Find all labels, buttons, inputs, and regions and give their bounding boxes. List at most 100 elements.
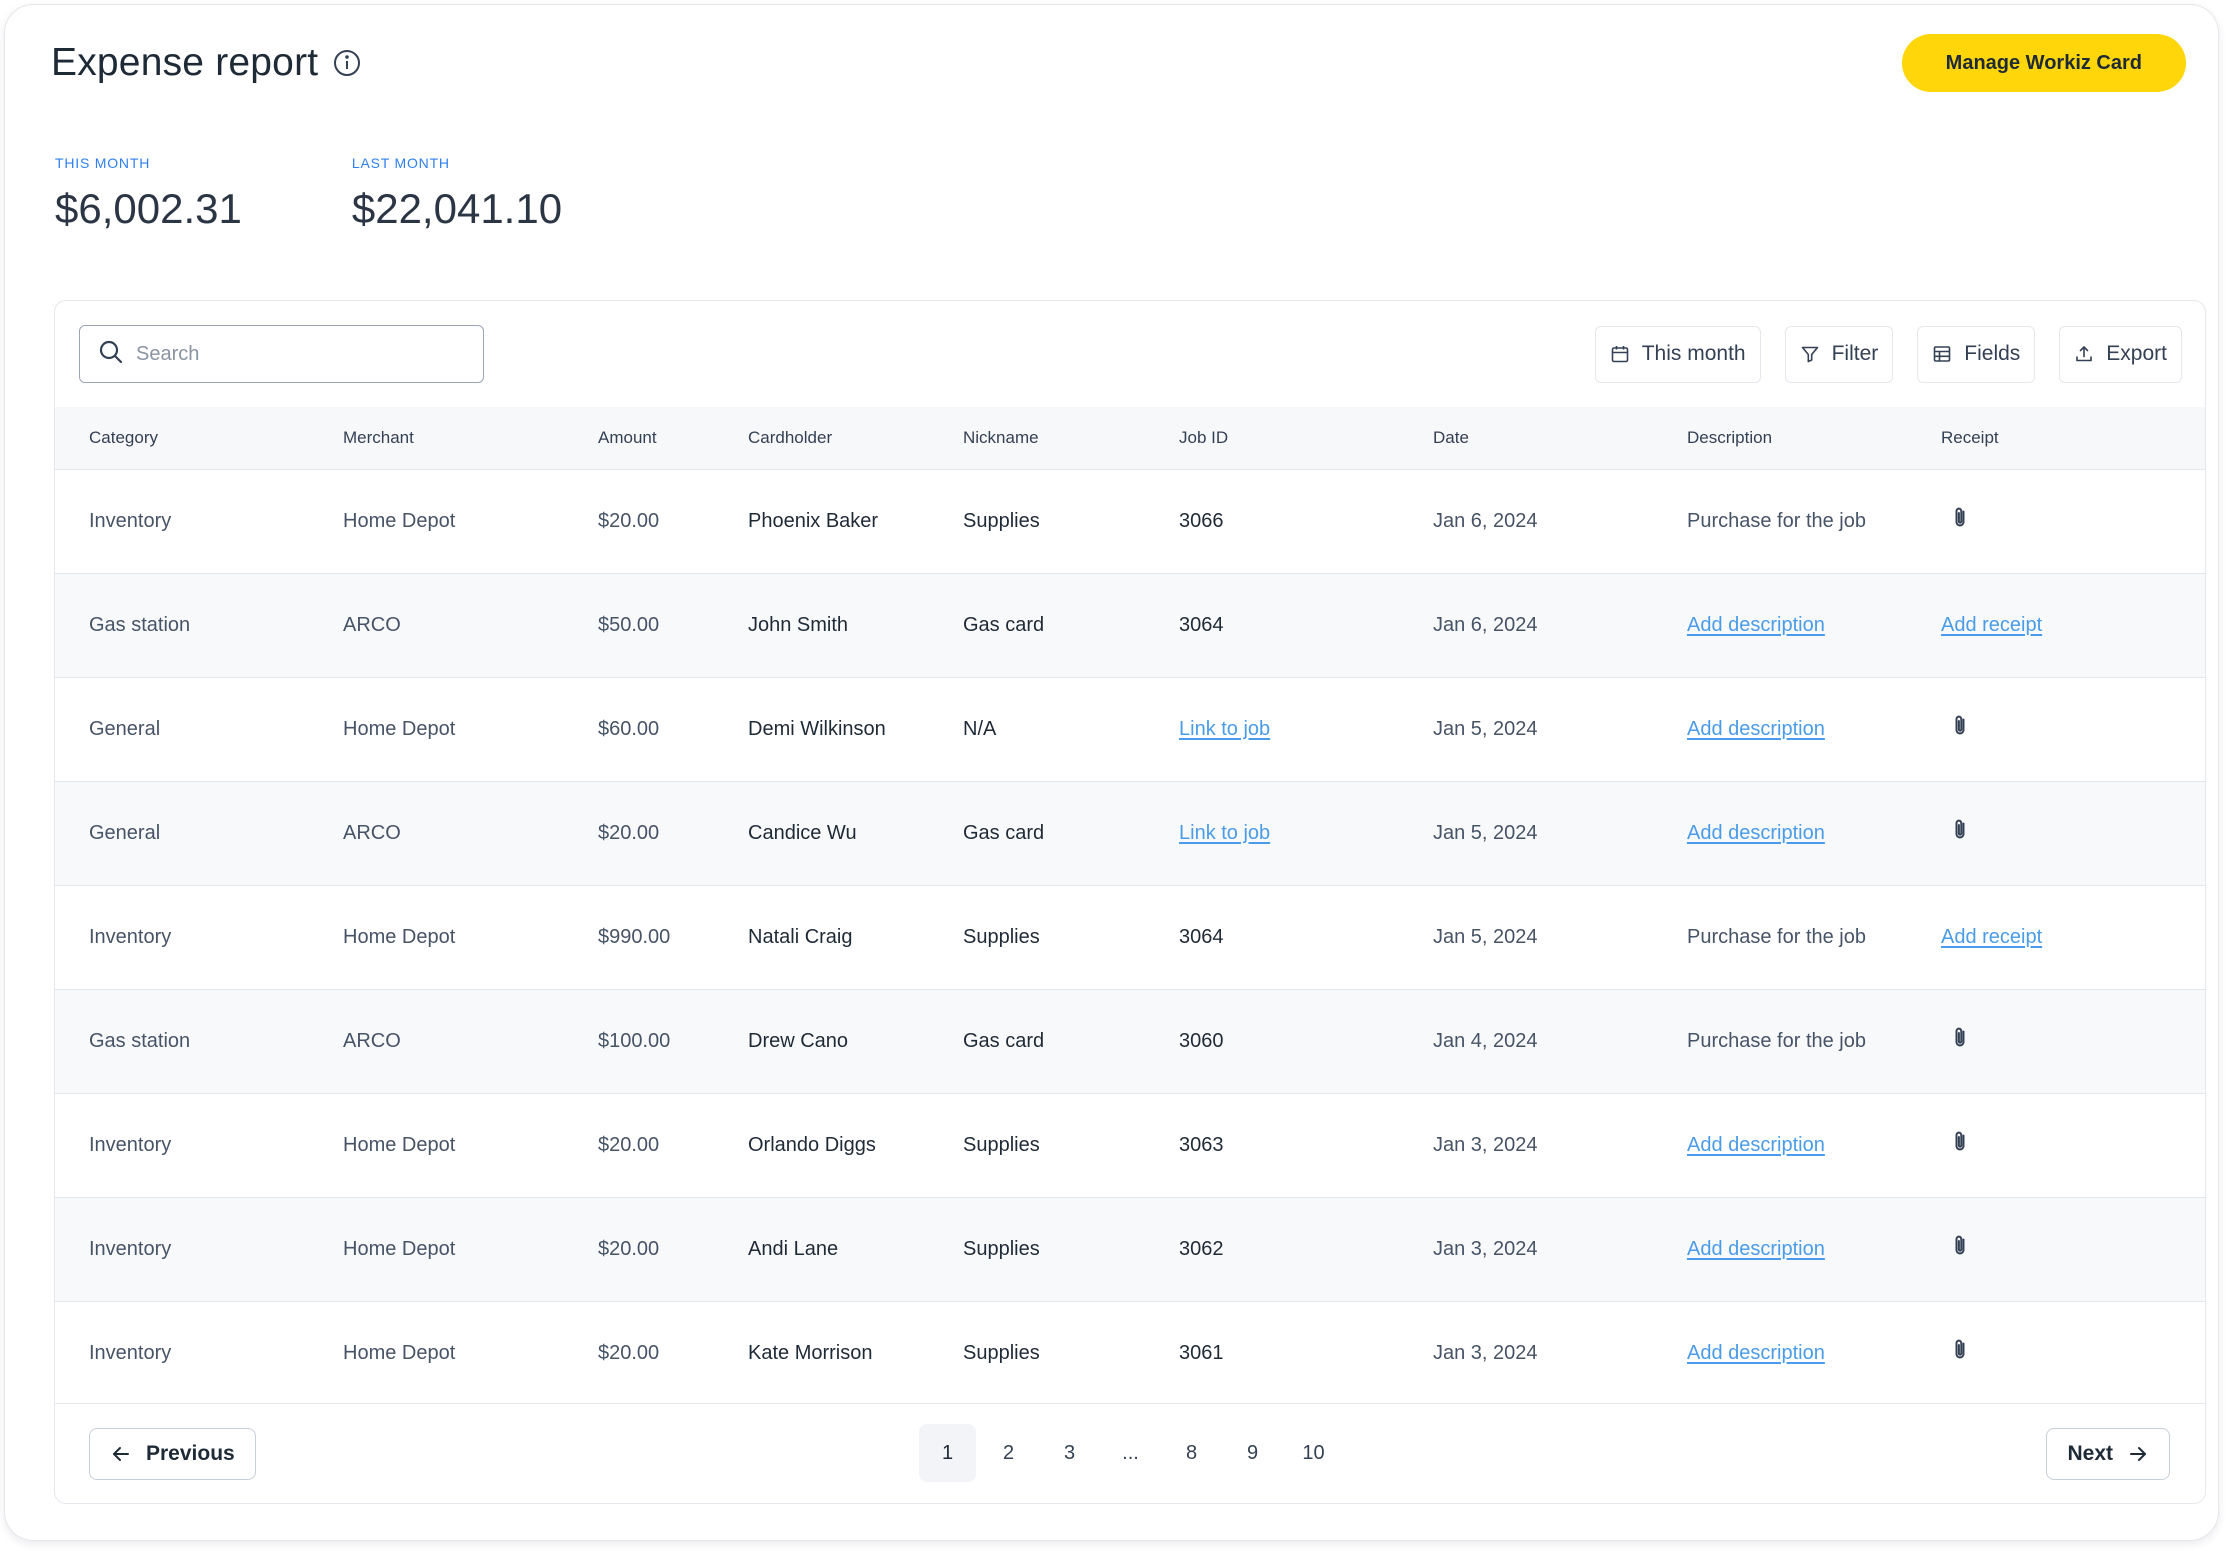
add-description-link[interactable]: Add description <box>1687 614 1825 636</box>
column-header-date[interactable]: Date <box>1399 407 1653 469</box>
column-header-category[interactable]: Category <box>55 407 309 469</box>
add-receipt-link[interactable]: Add receipt <box>1941 926 2042 948</box>
paperclip-icon[interactable] <box>1947 1025 1973 1051</box>
export-button[interactable]: Export <box>2059 325 2182 383</box>
page-number-9[interactable]: 9 <box>1224 1424 1281 1482</box>
stat-label: THIS MONTH <box>55 155 151 171</box>
cell-receipt <box>1907 781 2205 885</box>
cell-amount: $60.00 <box>598 717 660 740</box>
add-receipt-link[interactable]: Add receipt <box>1941 614 2042 636</box>
pagination: Previous 1 2 3... 8 9 10 Next <box>55 1403 2205 1503</box>
cell-nickname: Gas card <box>963 1029 1045 1052</box>
paperclip-icon[interactable] <box>1947 713 1973 739</box>
cell-merchant: Home Depot <box>343 1341 456 1364</box>
cell-description: Add description <box>1653 1301 1907 1405</box>
cell-job-id: 3062 <box>1179 1237 1224 1260</box>
add-description-link[interactable]: Add description <box>1687 822 1825 844</box>
page-numbers: 1 2 3... 8 9 10 <box>919 1424 1342 1482</box>
column-header-amount[interactable]: Amount <box>564 407 714 469</box>
cell-category: Inventory <box>89 1237 172 1260</box>
filter-label: Filter <box>1831 342 1879 365</box>
table-row[interactable]: Inventory Home Depot $20.00 Kate Morrison Su… <box>55 1301 2205 1405</box>
column-header-job-id[interactable]: Job ID <box>1145 407 1399 469</box>
page-number-10[interactable]: 10 <box>1285 1424 1342 1482</box>
table-body: Inventory Home Depot $20.00 Phoenix Baker Su… <box>55 469 2205 1405</box>
page-number-1[interactable]: 1 <box>919 1424 976 1482</box>
paperclip-icon[interactable] <box>1947 505 1973 531</box>
table-row[interactable]: General Home Depot $60.00 Demi Wilkinson N/A… <box>55 677 2205 781</box>
paperclip-icon[interactable] <box>1947 1233 1973 1259</box>
page-ellipsis: ... <box>1122 1441 1139 1464</box>
cell-cardholder: Phoenix Baker <box>748 509 879 532</box>
cell-description: Add description <box>1653 1197 1907 1301</box>
search-box[interactable] <box>79 325 484 383</box>
cell-amount: $20.00 <box>598 1133 660 1156</box>
stat-value: $6,002.31 <box>55 185 242 232</box>
cell-nickname: Supplies <box>963 1237 1040 1260</box>
search-icon <box>98 339 124 370</box>
column-header-receipt[interactable]: Receipt <box>1907 407 2205 469</box>
table-row[interactable]: Gas station ARCO $100.00 Drew Cano Gas card 3… <box>55 989 2205 1093</box>
paperclip-icon[interactable] <box>1947 817 1973 843</box>
cell-cardholder: Demi Wilkinson <box>748 717 886 740</box>
add-description-link[interactable]: Add description <box>1687 1134 1825 1156</box>
cell-category: Inventory <box>89 509 172 532</box>
table-row[interactable]: Inventory Home Depot $990.00 Natali Craig Su… <box>55 885 2205 989</box>
column-header-merchant[interactable]: Merchant <box>309 407 564 469</box>
page-number-8[interactable]: 8 <box>1163 1424 1220 1482</box>
cell-cardholder: Natali Craig <box>748 925 853 948</box>
stat-last-month: LAST MONTH $22,041.10 <box>352 155 562 233</box>
cell-category: General <box>89 717 161 740</box>
table-row[interactable]: Gas station ARCO $50.00 John Smith Gas card 3… <box>55 573 2205 677</box>
cell-date: Jan 6, 2024 <box>1433 509 1538 532</box>
cell-cardholder: Andi Lane <box>748 1237 839 1260</box>
cell-category: General <box>89 821 161 844</box>
cell-date: Jan 3, 2024 <box>1433 1133 1538 1156</box>
page-number-2[interactable]: 2 <box>980 1424 1037 1482</box>
paperclip-icon[interactable] <box>1947 1129 1973 1155</box>
link-to-job-link[interactable]: Link to job <box>1179 822 1270 844</box>
cell-receipt <box>1907 1301 2205 1405</box>
cell-job-id: 3066 <box>1179 509 1224 532</box>
date-range-button[interactable]: This month <box>1594 325 1761 383</box>
manage-workiz-card-button[interactable]: Manage Workiz Card <box>1901 34 2186 92</box>
add-description-link[interactable]: Add description <box>1687 718 1825 740</box>
info-icon[interactable] <box>332 48 362 78</box>
page-number-3[interactable]: 3 <box>1041 1424 1098 1482</box>
cell-nickname: Supplies <box>963 925 1040 948</box>
page-header: Expense report Manage Workiz Card <box>51 33 2186 93</box>
link-to-job-link[interactable]: Link to job <box>1179 718 1270 740</box>
add-description-link[interactable]: Add description <box>1687 1342 1825 1364</box>
table-row[interactable]: General ARCO $20.00 Candice Wu Gas card Link … <box>55 781 2205 885</box>
column-header-cardholder[interactable]: Cardholder <box>714 407 929 469</box>
next-page-button[interactable]: Next <box>2046 1427 2170 1480</box>
filter-button[interactable]: Filter <box>1784 325 1894 383</box>
cell-job-id: Link to job <box>1145 677 1399 781</box>
cell-receipt: Add receipt <box>1907 573 2205 677</box>
cell-merchant: Home Depot <box>343 717 456 740</box>
cell-category: Inventory <box>89 1133 172 1156</box>
table-row[interactable]: Inventory Home Depot $20.00 Andi Lane Suppli… <box>55 1197 2205 1301</box>
table-toolbar: This month Filter Fields <box>55 301 2205 407</box>
cell-amount: $100.00 <box>598 1029 671 1052</box>
column-header-description[interactable]: Description <box>1653 407 1907 469</box>
cell-amount: $20.00 <box>598 509 660 532</box>
table-row[interactable]: Inventory Home Depot $20.00 Phoenix Baker Su… <box>55 469 2205 573</box>
table-row[interactable]: Inventory Home Depot $20.00 Orlando Diggs Su… <box>55 1093 2205 1197</box>
column-header-nickname[interactable]: Nickname <box>929 407 1145 469</box>
cell-amount: $20.00 <box>598 1237 660 1260</box>
fields-button[interactable]: Fields <box>1917 325 2036 383</box>
cell-cardholder: Drew Cano <box>748 1029 849 1052</box>
add-description-link[interactable]: Add description <box>1687 1238 1825 1260</box>
search-input[interactable] <box>136 342 456 366</box>
cell-job-id: Link to job <box>1145 781 1399 885</box>
previous-page-button[interactable]: Previous <box>89 1427 256 1480</box>
cell-date: Jan 4, 2024 <box>1433 1029 1538 1052</box>
date-range-label: This month <box>1641 342 1746 365</box>
title-group: Expense report <box>51 41 362 85</box>
cell-date: Jan 5, 2024 <box>1433 925 1538 948</box>
cell-job-id: 3063 <box>1179 1133 1224 1156</box>
paperclip-icon[interactable] <box>1947 1337 1973 1363</box>
cell-job-id: 3064 <box>1179 925 1224 948</box>
stat-this-month: THIS MONTH $6,002.31 <box>55 155 242 233</box>
